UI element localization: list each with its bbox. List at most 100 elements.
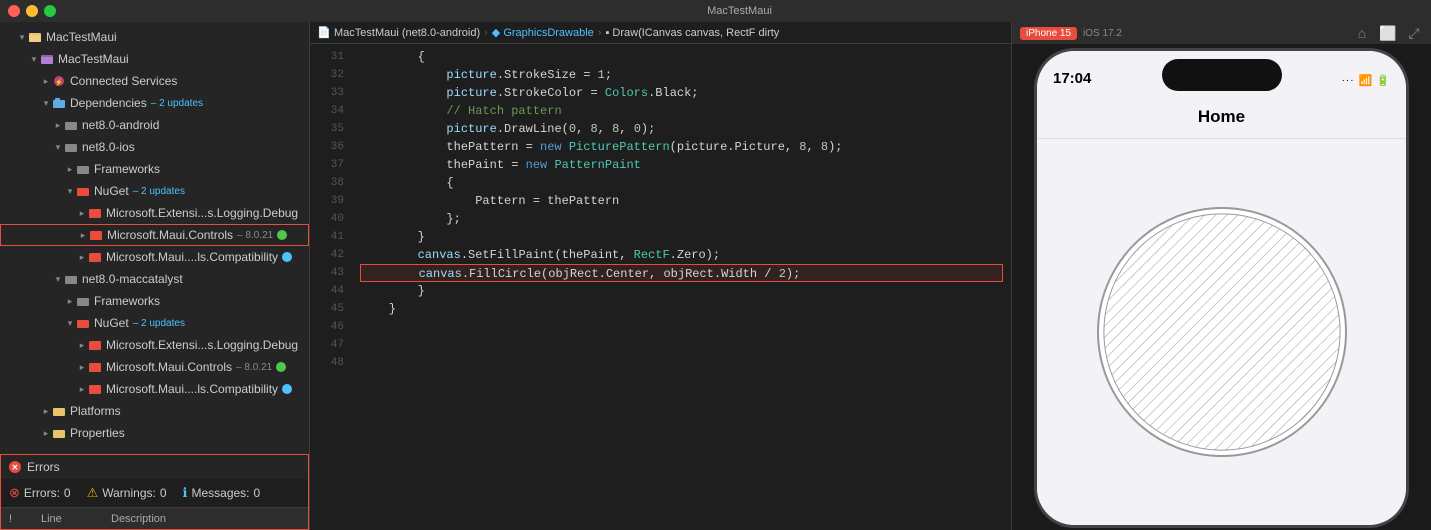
sidebar-item-properties[interactable]: ▸ Properties xyxy=(0,422,309,444)
breadcrumb-sep-1: › xyxy=(484,27,488,39)
sidebar-item-nuget-mac[interactable]: ▾ NuGet – 2 updates xyxy=(0,312,309,334)
sidebar-item-maui-controls-ios[interactable]: ▸ Microsoft.Maui.Controls – 8.0.21 xyxy=(0,224,309,246)
package-icon xyxy=(88,382,102,396)
simulator-panel: iPhone 15 iOS 17.2 ⌂ ⬜ ⤢ 17:04 ··· 📶 xyxy=(1011,22,1431,530)
rotate-icon[interactable]: ⤢ xyxy=(1405,24,1423,42)
code-area[interactable]: 31 32 33 34 35 36 37 38 39 40 41 42 43 4… xyxy=(310,44,1011,530)
chevron-icon: ▸ xyxy=(76,339,88,351)
sidebar-item-logging-debug-ios[interactable]: ▸ Microsoft.Extensi...s.Logging.Debug xyxy=(0,202,309,224)
package-icon xyxy=(88,250,102,264)
code-line-31: { xyxy=(360,48,1003,66)
phone-frame: 17:04 ··· 📶 🔋 Home xyxy=(1034,48,1409,528)
errors-label: Errors: xyxy=(24,486,60,500)
code-line-34: // Hatch pattern xyxy=(360,102,1003,120)
sidebar: ▾ MacTestMaui ▾ MacTestMaui ▸ ⚡ xyxy=(0,22,310,530)
chevron-icon: ▸ xyxy=(40,427,52,439)
window-controls xyxy=(8,5,56,17)
solution-label: MacTestMaui xyxy=(46,30,117,44)
minimize-button[interactable] xyxy=(26,5,38,17)
line-numbers: 31 32 33 34 35 36 37 38 39 40 41 42 43 4… xyxy=(310,44,352,530)
code-line-44: } xyxy=(360,282,1003,300)
sidebar-item-net80-maccatalyst[interactable]: ▾ net8.0-maccatalyst xyxy=(0,268,309,290)
phone-content xyxy=(1037,139,1406,525)
sidebar-item-logging-debug-mac[interactable]: ▸ Microsoft.Extensi...s.Logging.Debug xyxy=(0,334,309,356)
net-mac-icon xyxy=(64,272,78,286)
code-line-43-highlighted: canvas.FillCircle(objRect.Center, objRec… xyxy=(360,264,1003,282)
sidebar-item-nuget-ios[interactable]: ▾ NuGet – 2 updates xyxy=(0,180,309,202)
error-header-icon: ✕ xyxy=(9,461,21,473)
col-header-description: Description xyxy=(111,513,300,525)
project-label: MacTestMaui xyxy=(58,52,129,66)
sidebar-item-frameworks-mac[interactable]: ▸ Frameworks xyxy=(0,290,309,312)
dependencies-icon xyxy=(52,96,66,110)
maui-compat-mac-label: Microsoft.Maui....ls.Compatibility xyxy=(106,382,278,396)
chevron-icon: ▸ xyxy=(40,405,52,417)
chevron-icon: ▸ xyxy=(76,383,88,395)
error-circle-icon: ⊗ xyxy=(9,485,20,501)
nuget-ios-icon xyxy=(76,184,90,198)
status-time: 17:04 xyxy=(1053,70,1091,87)
nuget-ios-badge: – 2 updates xyxy=(133,186,185,197)
nuget-mac-badge: – 2 updates xyxy=(133,318,185,329)
window-title: MacTestMaui xyxy=(56,5,1423,17)
chevron-icon: ▾ xyxy=(52,141,64,153)
frameworks-mac-label: Frameworks xyxy=(94,294,160,308)
sidebar-item-dependencies[interactable]: ▾ Dependencies – 2 updates xyxy=(0,92,309,114)
properties-icon xyxy=(52,426,66,440)
chevron-icon: ▾ xyxy=(64,185,76,197)
home-icon[interactable]: ⌂ xyxy=(1353,24,1371,42)
sidebar-item-maui-controls-mac[interactable]: ▸ Microsoft.Maui.Controls – 8.0.21 xyxy=(0,356,309,378)
signal-icon: ··· xyxy=(1342,75,1355,86)
warning-triangle-icon: ⚠ xyxy=(87,485,99,501)
sidebar-item-maui-compat-mac[interactable]: ▸ Microsoft.Maui....ls.Compatibility xyxy=(0,378,309,400)
sim-device-name: iPhone 15 xyxy=(1026,28,1071,39)
warnings-label: Warnings: xyxy=(102,486,156,500)
sidebar-item-platforms[interactable]: ▸ Platforms xyxy=(0,400,309,422)
chevron-icon: ▾ xyxy=(28,53,40,65)
code-line-35: picture.DrawLine(0, 8, 8, 0); xyxy=(360,120,1003,138)
code-line-46 xyxy=(360,318,1003,336)
close-button[interactable] xyxy=(8,5,20,17)
sidebar-item-frameworks-ios[interactable]: ▸ Frameworks xyxy=(0,158,309,180)
error-panel-header[interactable]: ✕ Errors xyxy=(1,455,308,479)
simulator-toolbar: iPhone 15 iOS 17.2 ⌂ ⬜ ⤢ xyxy=(1012,22,1431,44)
code-line-33: picture.StrokeColor = Colors.Black; xyxy=(360,84,1003,102)
blue-indicator-icon xyxy=(282,384,292,394)
chevron-icon: ▸ xyxy=(64,163,76,175)
nuget-mac-label: NuGet xyxy=(94,316,129,330)
phone-status-bar: 17:04 ··· 📶 🔋 xyxy=(1037,51,1406,95)
error-table-header: ! Line Description xyxy=(1,507,308,529)
chevron-icon: ▾ xyxy=(16,31,28,43)
chevron-icon: ▾ xyxy=(52,273,64,285)
package-icon xyxy=(88,360,102,374)
code-editor: 📄 MacTestMaui (net8.0-android) › ◆ Graph… xyxy=(310,22,1011,530)
connected-services-label: Connected Services xyxy=(70,74,177,88)
title-bar: MacTestMaui xyxy=(0,0,1431,22)
svg-text:⚡: ⚡ xyxy=(55,78,64,87)
chevron-icon: ▸ xyxy=(77,229,89,241)
sidebar-item-net80-ios[interactable]: ▾ net8.0-ios xyxy=(0,136,309,158)
code-line-32: picture.StrokeSize = 1; xyxy=(360,66,1003,84)
chevron-icon: ▸ xyxy=(76,251,88,263)
code-content[interactable]: { picture.StrokeSize = 1; picture.Stroke… xyxy=(352,44,1011,530)
sim-toolbar-icons: ⌂ ⬜ ⤢ xyxy=(1353,24,1423,42)
col-header-line: Line xyxy=(41,513,91,525)
warnings-count-item: ⚠ Warnings: 0 xyxy=(87,485,167,501)
green-indicator-icon xyxy=(276,362,286,372)
sim-device-badge: iPhone 15 xyxy=(1020,27,1077,40)
screenshot-icon[interactable]: ⬜ xyxy=(1379,24,1397,42)
sidebar-item-net80-android[interactable]: ▸ net8.0-android xyxy=(0,114,309,136)
sidebar-item-project[interactable]: ▾ MacTestMaui xyxy=(0,48,309,70)
sidebar-item-maui-compat-ios[interactable]: ▸ Microsoft.Maui....ls.Compatibility xyxy=(0,246,309,268)
code-line-36: thePattern = new PicturePattern(picture.… xyxy=(360,138,1003,156)
breadcrumb-drawable: ◆ GraphicsDrawable xyxy=(492,26,594,39)
sidebar-item-connected-services[interactable]: ▸ ⚡ Connected Services xyxy=(0,70,309,92)
sidebar-item-solution[interactable]: ▾ MacTestMaui xyxy=(0,26,309,48)
warnings-count: 0 xyxy=(160,486,167,500)
code-line-45: } xyxy=(360,300,1003,318)
logging-debug-ios-label: Microsoft.Extensi...s.Logging.Debug xyxy=(106,206,298,220)
maximize-button[interactable] xyxy=(44,5,56,17)
green-indicator-icon xyxy=(277,230,287,240)
chevron-icon: ▸ xyxy=(76,361,88,373)
breadcrumb-method: ▪ Draw(ICanvas canvas, RectF dirty xyxy=(605,27,779,39)
